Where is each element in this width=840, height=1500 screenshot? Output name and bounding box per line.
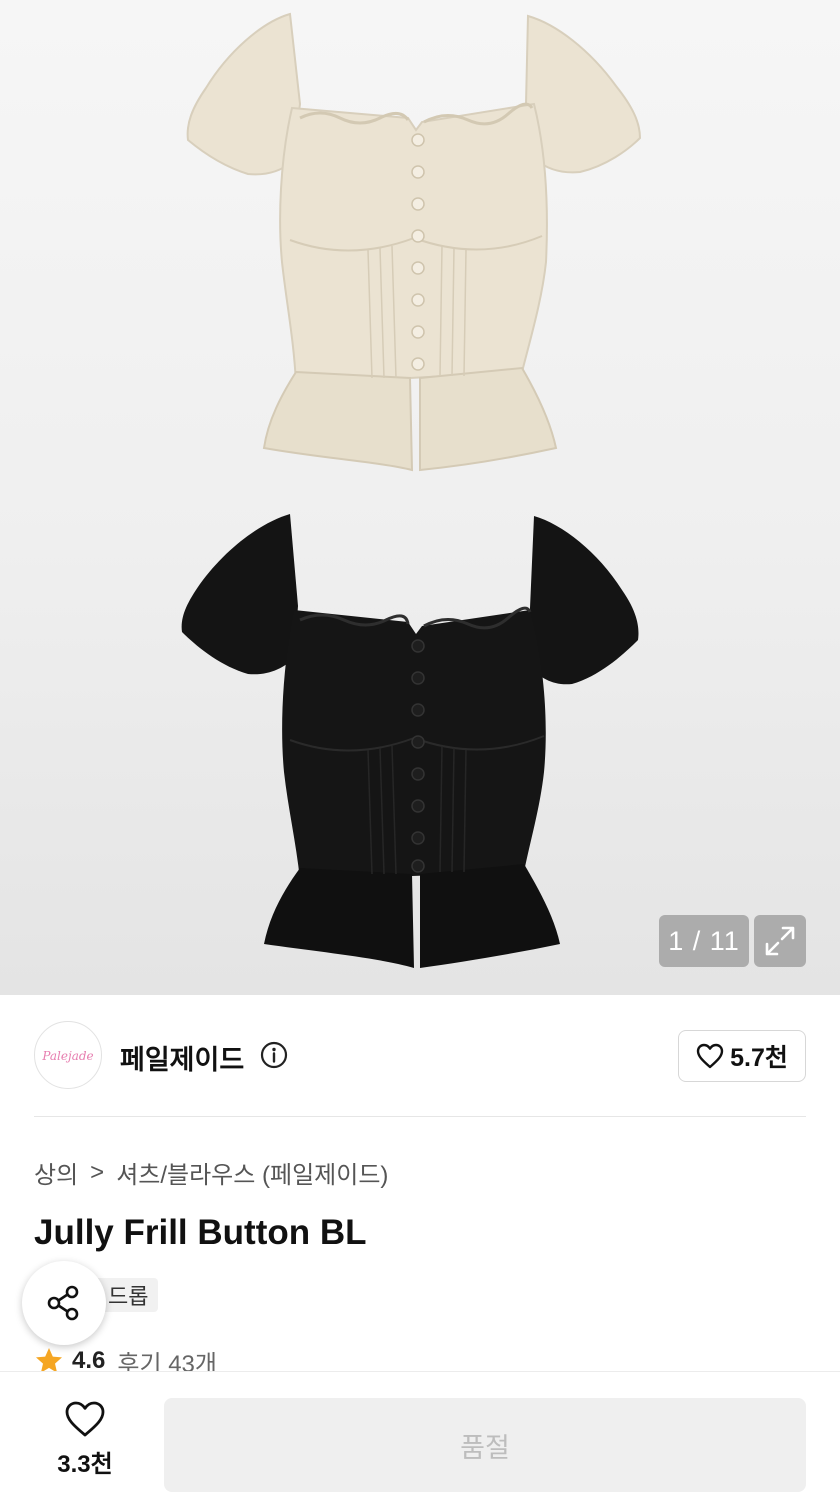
product-title: Jully Frill Button BL xyxy=(34,1213,367,1252)
breadcrumb-subcategory[interactable]: 셔츠/블라우스 (페일제이드) xyxy=(116,1155,388,1190)
brand-logo[interactable]: Palejade xyxy=(34,1021,102,1089)
breadcrumb-separator: > xyxy=(90,1158,105,1186)
image-counter: 1 / 11 xyxy=(659,915,749,967)
share-icon xyxy=(47,1285,79,1321)
fullscreen-button[interactable] xyxy=(754,915,806,967)
brand-logo-mark: Palejade xyxy=(41,1049,93,1063)
black-blouse-image xyxy=(181,514,639,968)
cream-blouse-image xyxy=(186,12,642,472)
share-button[interactable] xyxy=(22,1261,106,1345)
brand-logo-text: Palejade xyxy=(41,1049,93,1063)
brand-like-button[interactable]: 5.7천 xyxy=(678,1030,806,1082)
breadcrumb-category[interactable]: 상의 xyxy=(34,1155,78,1190)
product-images xyxy=(181,12,642,968)
bottom-action-bar: 3.3천 품절 xyxy=(0,1371,840,1500)
info-icon[interactable] xyxy=(260,1041,288,1069)
wishlist-button[interactable]: 3.3천 xyxy=(40,1400,130,1484)
heart-icon xyxy=(65,1401,105,1437)
section-divider xyxy=(34,1116,806,1117)
wishlist-count: 3.3천 xyxy=(57,1451,113,1478)
heart-icon xyxy=(696,1043,724,1069)
brand-name[interactable]: 페일제이드 xyxy=(120,1038,244,1077)
brand-row: Palejade 페일제이드 5.7천 xyxy=(34,1020,806,1090)
breadcrumb: 상의 > 셔츠/블라우스 (페일제이드) xyxy=(34,1155,388,1190)
brand-like-count: 5.7천 xyxy=(730,1044,788,1072)
product-image-gallery[interactable]: 1 / 11 xyxy=(0,0,840,995)
sold-out-button[interactable]: 품절 xyxy=(164,1398,806,1492)
product-detail-page: 1 / 11 Palejade 페일제이드 5.7천 상의 > 셔츠/블라우스 … xyxy=(0,0,840,1500)
expand-icon xyxy=(765,926,795,956)
